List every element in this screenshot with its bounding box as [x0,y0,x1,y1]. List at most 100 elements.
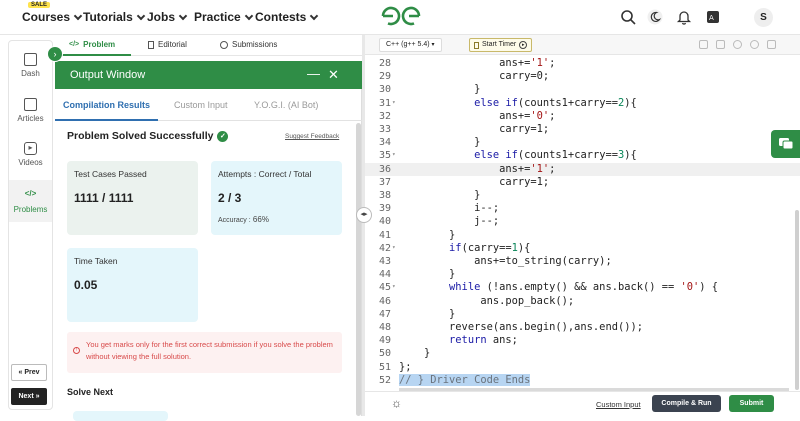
fullscreen-icon[interactable] [767,40,776,49]
next-button[interactable]: Next » [11,388,47,405]
nav-tutorials[interactable]: Tutorials [83,10,146,24]
resize-handle-icon[interactable]: ◂▸ [356,207,372,223]
book-icon [24,98,37,111]
reset-icon[interactable] [750,40,759,49]
code-text: } [399,228,456,241]
language-label: C++ (g++ 5.4) [386,41,430,48]
language-select[interactable]: C++ (g++ 5.4) ▾ [379,38,442,52]
line-number: 31 [378,97,391,109]
gfg-logo[interactable] [380,5,422,27]
code-line: 43 ans+=to_string(carry); [365,255,800,268]
lightbulb-icon[interactable]: ☼ [391,396,402,410]
code-line: 45 ▾ while (!ans.empty() && ans.back() ==… [365,281,800,294]
fold-arrow-icon[interactable]: ▾ [392,241,396,254]
nav-contests[interactable]: Contests [255,10,319,24]
result-status: Problem Solved Successfully ✓ [67,130,229,142]
code-text: } [399,347,431,360]
start-timer-label: Start Timer [482,41,517,48]
settings-icon[interactable] [733,40,742,49]
code-text: else if(counts1+carry==3){ [474,149,637,162]
line-number: 46 [378,295,391,307]
editor-vertical-scrollbar[interactable] [795,210,799,390]
compile-run-button[interactable]: Compile & Run [652,395,721,412]
rail-item-label: Dash [21,69,40,78]
collapse-toggle-icon[interactable]: › [47,46,63,62]
code-line: 37 carry=1; [365,176,800,189]
code-line: 51}; [365,361,800,374]
play-icon: ▸ [24,142,37,155]
copy-icon[interactable] [699,40,708,49]
code-text: } [399,189,481,201]
clock-icon [220,40,228,49]
chevron-down-icon [73,11,83,20]
tab-submissions-label: Submissions [232,40,278,49]
output-scrollbar[interactable] [356,123,361,416]
user-avatar[interactable]: S [754,8,773,27]
rail-item-dash[interactable]: Dash [9,53,52,78]
code-line: 30 } [365,83,800,96]
nav-practice[interactable]: Practice [194,10,253,24]
rail-item-articles[interactable]: Articles [9,98,52,123]
line-number: 36 [378,163,391,175]
tab-custom-input[interactable]: Custom Input [174,100,228,110]
tab-compilation-results[interactable]: Compilation Results [63,100,150,110]
minimize-icon[interactable]: — [307,66,320,81]
code-editor[interactable]: 28 ans+='1'; 29 carry=0; 30 } 31 ▾ else if(c… [365,55,800,391]
rail-item-problems[interactable]: </> Problems [9,180,52,222]
active-tab-indicator [61,54,131,56]
prev-button[interactable]: « Prev [11,364,47,381]
close-icon[interactable]: ✕ [328,67,339,83]
code-text: else if(counts1+carry==2){ [474,96,637,109]
code-line: 34 } [365,136,800,149]
chevron-down-icon [136,11,146,20]
line-number: 34 [378,137,391,149]
start-timer-button[interactable]: Start Timer ▸ [469,38,533,52]
rail-item-videos[interactable]: ▸ Videos [9,142,52,167]
nav-practice-label: Practice [194,10,241,24]
suggest-feedback-link[interactable]: Suggest Feedback [285,133,339,140]
fold-arrow-icon[interactable]: ▾ [392,148,396,161]
nav-jobs[interactable]: Jobs [147,10,188,24]
solve-next-card[interactable] [73,411,168,421]
search-icon[interactable] [620,9,636,25]
moon-icon[interactable] [647,9,663,25]
marks-warning: ! You get marks only for the first corre… [67,332,342,373]
tab-submissions[interactable]: Submissions [220,40,277,49]
code-line: 44 } [365,268,800,281]
code-line: 52 // } Driver Code Ends [365,373,800,387]
editor-toolbar: C++ (g++ 5.4) ▾ Start Timer ▸ [365,35,800,55]
bell-icon[interactable] [676,9,692,25]
format-icon[interactable] [716,40,725,49]
code-text: while (!ans.empty() && ans.back() == '0'… [449,281,719,294]
line-number: 43 [378,256,391,267]
sale-badge: SALE [28,2,51,8]
code-line: 48 reverse(ans.begin(),ans.end()); [365,321,800,334]
code-line: 46 ans.pop_back(); [365,295,800,308]
chevron-down-icon: ▾ [431,42,435,48]
code-line: 31 ▾ else if(counts1+carry==2){ [365,97,800,110]
test-cases-label: Test Cases Passed [74,169,147,179]
line-number: 47 [378,308,391,320]
tab-problem[interactable]: </> Problem [69,40,115,49]
line-number: 50 [378,348,391,360]
accuracy-label: Accuracy : [218,217,251,224]
tab-editorial[interactable]: Editorial [148,40,187,49]
fold-arrow-icon[interactable]: ▾ [392,96,396,109]
accuracy-row: Accuracy : 66% [218,215,269,224]
chat-button[interactable] [771,130,800,158]
test-cases-card: Test Cases Passed 1111 / 1111 [67,161,198,235]
nav-tutorials-label: Tutorials [83,10,133,24]
custom-input-link[interactable]: Custom Input [596,400,641,409]
code-text: ans+='0'; [399,109,556,122]
submit-button[interactable]: Submit [729,395,774,412]
line-number: 52 [378,374,391,386]
info-icon: ! [73,347,80,354]
chat-icon [779,138,794,150]
fold-arrow-icon[interactable]: ▾ [392,280,396,293]
nav-courses[interactable]: Courses [22,10,83,24]
translate-icon[interactable]: A [705,9,721,25]
top-navbar: SALE Courses Tutorials Jobs Practice Con… [0,0,800,35]
code-line: 47 } [365,308,800,321]
tab-yogi-bot[interactable]: Y.O.G.I. (AI Bot) [254,100,318,110]
editor-bottom-bar: ☼ Custom Input Compile & Run Submit [365,391,800,416]
